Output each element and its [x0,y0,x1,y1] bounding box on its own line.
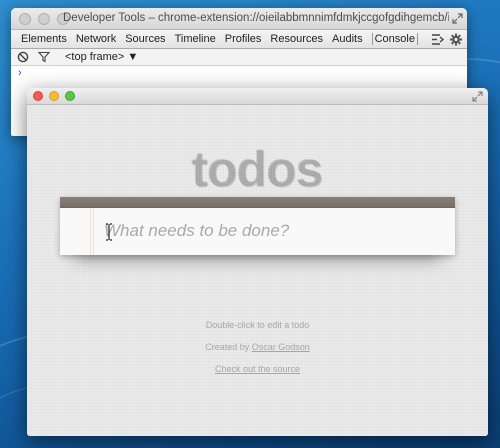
i-beam-cursor-icon [106,223,112,241]
devtools-titlebar[interactable]: Developer Tools – chrome-extension://oie… [11,8,467,30]
funnel-icon[interactable] [38,51,50,63]
console-prompt[interactable]: › [11,66,467,80]
card-margin-line [93,208,94,255]
todo-card [60,197,455,255]
app-body: todos Double-click to edit a todo Create… [27,105,488,436]
app-heading: todos [191,142,324,198]
close-button[interactable] [33,91,43,101]
gear-icon[interactable] [449,33,463,46]
dock-toggle-icon[interactable] [431,33,445,46]
tab-console[interactable]: Console [371,33,418,45]
devtools-tabbar: Elements Network Sources Timeline Profil… [11,30,467,49]
app-window: todos Double-click to edit a todo Create… [27,88,488,436]
source-link[interactable]: Check out the source [215,364,300,374]
credits: Created by Oscar Godson [27,342,488,353]
author-link[interactable]: Oscar Godson [252,342,310,352]
card-header-bar [60,197,455,208]
new-todo-input[interactable] [102,208,451,254]
source-line: Check out the source [27,364,488,375]
window-controls [33,91,75,101]
close-button[interactable] [19,13,31,25]
dropdown-arrow-icon: ▼ [127,51,139,63]
fullscreen-arrows-icon[interactable] [452,13,463,24]
devtools-title: Developer Tools – chrome-extension://oie… [63,12,449,24]
console-toolbar: <top frame> ▼ [11,49,467,66]
minimize-button[interactable] [49,91,59,101]
frame-selector-value: <top frame> [65,51,125,63]
zoom-button[interactable] [65,91,75,101]
edit-hint: Double-click to edit a todo [205,320,310,330]
fullscreen-arrows-icon[interactable] [472,91,483,102]
window-controls [19,13,69,25]
prompt-chevron: › [18,67,22,79]
tab-audits[interactable]: Audits [332,33,363,45]
tab-timeline[interactable]: Timeline [175,33,216,45]
frame-selector[interactable]: <top frame> ▼ [65,51,138,63]
tab-resources[interactable]: Resources [270,33,323,45]
footer-info: Double-click to edit a todo Created by O… [27,320,488,386]
tab-sources[interactable]: Sources [125,33,165,45]
tab-elements[interactable]: Elements [21,33,67,45]
app-titlebar[interactable] [27,88,488,105]
tab-network[interactable]: Network [76,33,116,45]
credits-prefix: Created by [205,342,250,352]
card-margin-line [90,208,91,255]
tab-profiles[interactable]: Profiles [225,33,262,45]
minimize-button[interactable] [38,13,50,25]
no-entry-icon[interactable] [17,51,29,63]
